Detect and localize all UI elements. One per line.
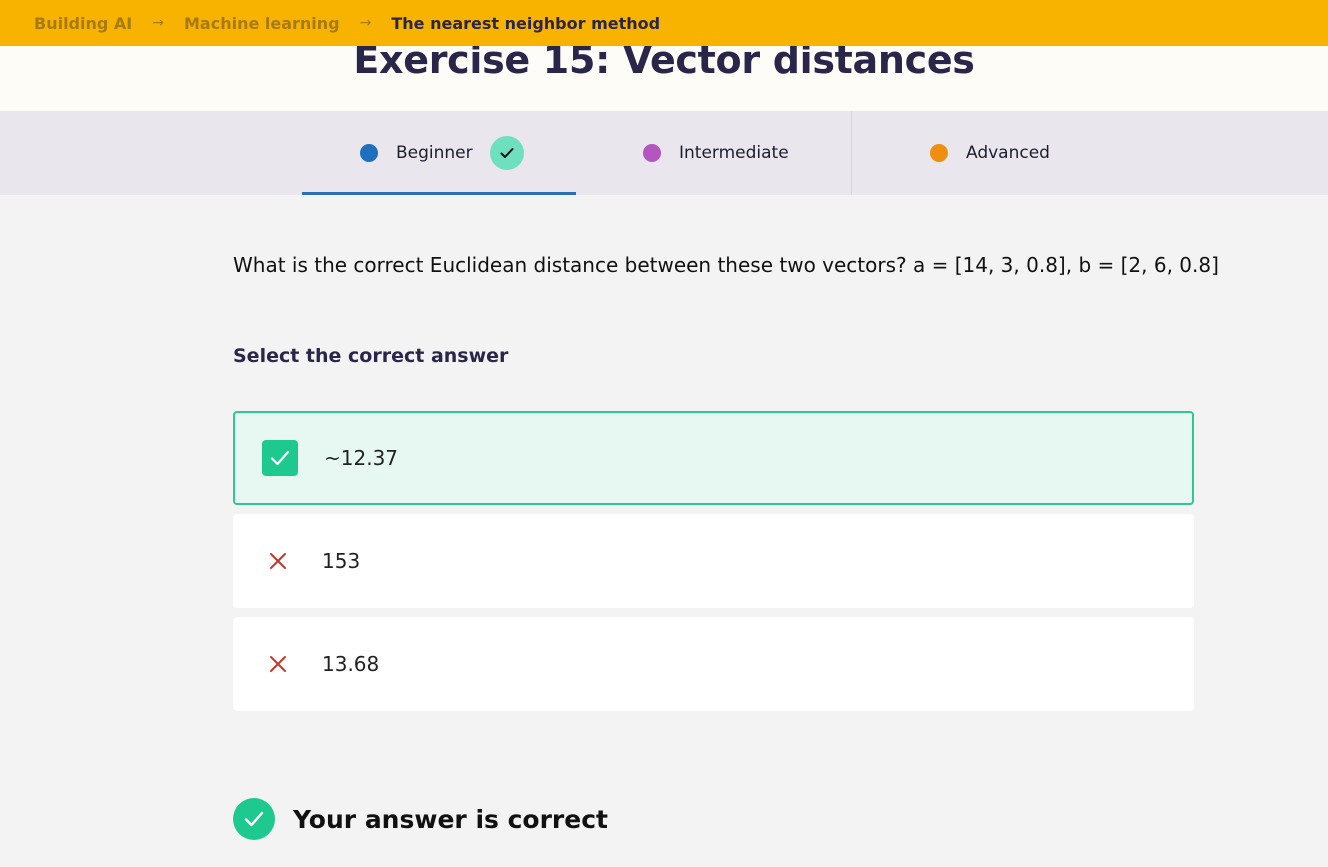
advanced-dot-icon xyxy=(930,144,948,162)
answer-option-correct[interactable]: ~12.37 xyxy=(233,411,1194,505)
breadcrumb-link-machine-learning[interactable]: Machine learning xyxy=(184,14,340,33)
difficulty-tabs: Beginner Intermediate Advanced xyxy=(0,111,1328,195)
option-label: ~12.37 xyxy=(324,446,399,470)
answer-option-wrong[interactable]: 13.68 xyxy=(233,617,1194,711)
completed-check-icon xyxy=(489,136,524,170)
result-message: Your answer is correct xyxy=(233,798,608,840)
answer-option-wrong[interactable]: 153 xyxy=(233,514,1194,608)
breadcrumb-arrow-icon: → xyxy=(152,15,164,31)
question-text: What is the correct Euclidean distance b… xyxy=(233,253,1219,277)
tab-label: Advanced xyxy=(966,143,1050,163)
breadcrumb: Building AI → Machine learning → The nea… xyxy=(0,0,1328,46)
result-text: Your answer is correct xyxy=(293,804,608,834)
breadcrumb-arrow-icon: → xyxy=(359,15,372,31)
tab-intermediate[interactable]: Intermediate xyxy=(576,111,850,195)
option-label: 153 xyxy=(322,549,361,573)
tab-advanced[interactable]: Advanced xyxy=(851,111,1125,195)
option-label: 13.68 xyxy=(322,652,380,676)
select-answer-label: Select the correct answer xyxy=(233,345,509,367)
tab-label: Beginner xyxy=(396,143,473,163)
tab-label: Intermediate xyxy=(679,143,789,163)
cross-icon xyxy=(260,646,296,682)
breadcrumb-link-building-ai[interactable]: Building AI xyxy=(34,14,132,33)
cross-icon xyxy=(260,543,296,579)
check-circle-icon xyxy=(233,798,275,840)
breadcrumb-current: The nearest neighbor method xyxy=(391,13,661,33)
beginner-dot-icon xyxy=(360,144,378,162)
check-icon xyxy=(262,440,298,476)
intermediate-dot-icon xyxy=(643,144,661,162)
tab-beginner[interactable]: Beginner xyxy=(302,111,576,195)
